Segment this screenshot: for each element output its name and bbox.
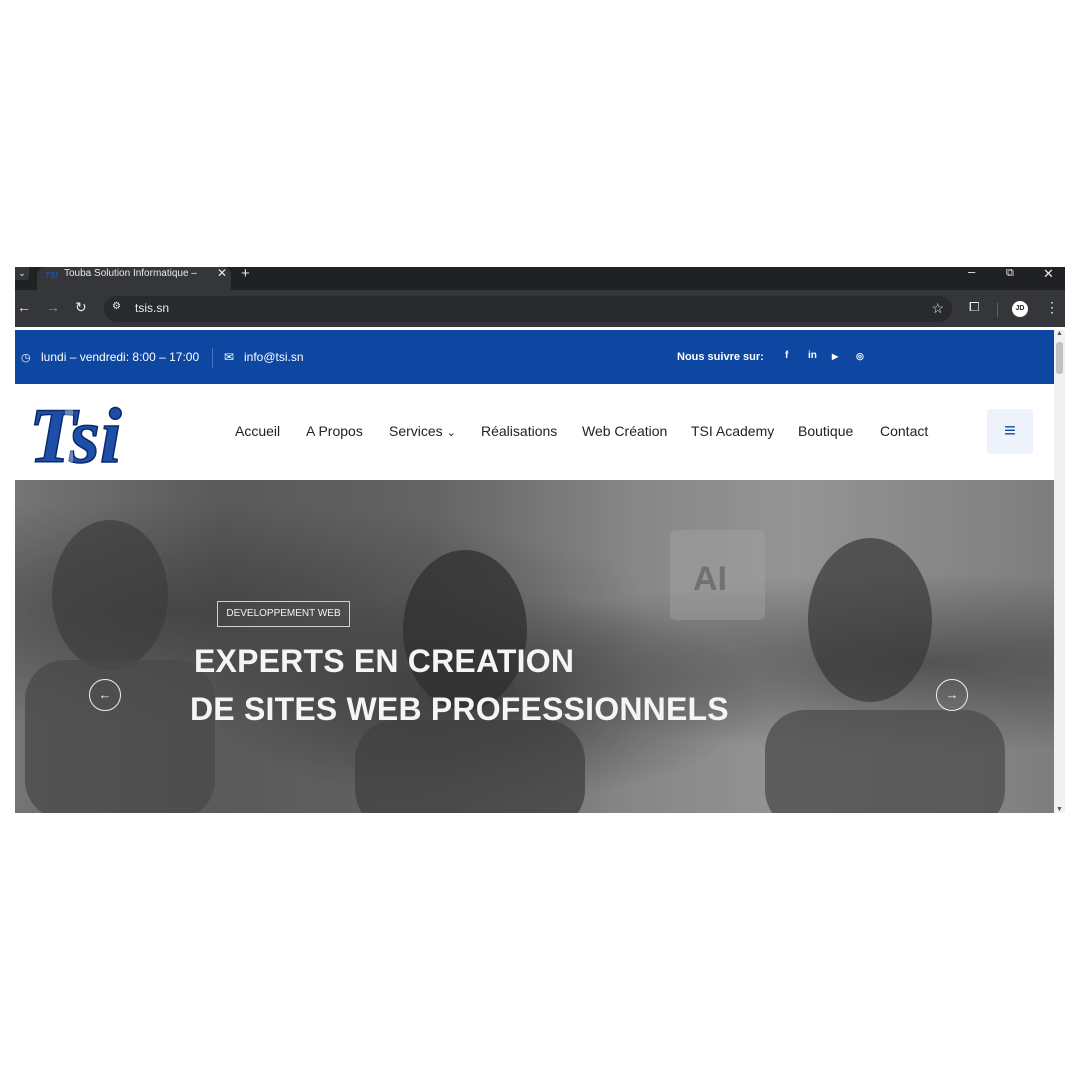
nav-contact[interactable]: Contact	[880, 423, 928, 439]
youtube-icon[interactable]: ▶	[832, 352, 838, 361]
browser-tab-active[interactable]: TSI Touba Solution Informatique – ✕	[37, 267, 231, 290]
logo-tower-accent	[65, 410, 73, 462]
new-tab-button[interactable]: +	[241, 267, 250, 282]
site-header: Tsi Accueil A Propos Services ⌄ Réalisat…	[15, 384, 1054, 480]
browser-menu-icon[interactable]: ⋮	[1045, 299, 1059, 316]
nav-realisations[interactable]: Réalisations	[481, 423, 557, 439]
tab-title: Touba Solution Informatique –	[64, 268, 197, 279]
clock-icon: ◷	[21, 352, 31, 364]
hamburger-menu-icon[interactable]: ≡	[987, 409, 1033, 454]
nav-web-creation[interactable]: Web Création	[582, 423, 667, 439]
opening-hours: lundi – vendredi: 8:00 – 17:00	[41, 350, 200, 364]
slider-prev-arrow-icon[interactable]: ←	[89, 679, 121, 711]
restore-icon[interactable]: ⧉	[1006, 267, 1014, 280]
nav-services[interactable]: Services ⌄	[389, 423, 456, 439]
contact-email-link[interactable]: info@tsi.sn	[244, 350, 304, 364]
chevron-down-icon: ⌄	[446, 427, 456, 439]
facebook-icon[interactable]: f	[785, 350, 788, 361]
profile-avatar-icon[interactable]: JD	[1012, 301, 1028, 317]
back-arrow-icon[interactable]: ←	[17, 299, 31, 315]
nav-accueil[interactable]: Accueil	[235, 423, 280, 439]
browser-toolbar: ← → ↻ ⚙ tsis.sn ☆ ⧠ JD ⋮	[15, 290, 1065, 327]
tab-search-dropdown-icon[interactable]: ⌄	[15, 267, 29, 280]
follow-us-label: Nous suivre sur:	[677, 351, 764, 363]
site-topbar: ◷ lundi – vendredi: 8:00 – 17:00 ✉ info@…	[15, 330, 1054, 384]
browser-window: ⌄ TSI Touba Solution Informatique – ✕ + …	[15, 267, 1065, 813]
nav-boutique[interactable]: Boutique	[798, 423, 853, 439]
bookmark-star-icon[interactable]: ☆	[931, 300, 944, 317]
extensions-icon[interactable]: ⧠	[969, 299, 979, 315]
tab-close-icon[interactable]: ✕	[217, 267, 227, 280]
hero-category-badge: DEVELOPPEMENT WEB	[217, 601, 350, 627]
browser-titlebar: ⌄ TSI Touba Solution Informatique – ✕ + …	[15, 267, 1065, 290]
mail-icon: ✉	[224, 350, 235, 364]
hero-slider: AI DEVELOPPEMENT WEB EXPERTS EN CREATION…	[15, 480, 1054, 813]
linkedin-icon[interactable]: in	[808, 350, 817, 361]
minimize-icon[interactable]: –	[968, 267, 975, 279]
scroll-down-icon[interactable]: ▼	[1056, 806, 1063, 813]
hero-headline-line-2: DE SITES WEB PROFESSIONNELS	[190, 691, 729, 727]
scroll-up-icon[interactable]: ▲	[1056, 330, 1063, 337]
url-text[interactable]: tsis.sn	[135, 301, 169, 315]
instagram-icon[interactable]: ◎	[856, 351, 864, 362]
toolbar-divider	[997, 303, 998, 317]
tsi-logo[interactable]: Tsi	[25, 390, 163, 474]
slider-next-arrow-icon[interactable]: →	[936, 679, 968, 711]
hero-headline-line-1: EXPERTS EN CREATION	[194, 643, 575, 679]
scrollbar-thumb[interactable]	[1056, 342, 1063, 374]
tsi-favicon-icon: TSI	[45, 271, 58, 280]
logo-lettering: Tsi	[29, 392, 122, 474]
forward-arrow-icon[interactable]: →	[46, 299, 60, 315]
page-scrollbar[interactable]: ▲ ▼	[1054, 330, 1065, 813]
reload-icon[interactable]: ↻	[75, 299, 87, 316]
nav-a-propos[interactable]: A Propos	[306, 423, 363, 439]
topbar-divider	[212, 348, 213, 368]
nav-services-label: Services	[389, 423, 443, 439]
nav-tsi-academy[interactable]: TSI Academy	[691, 423, 774, 439]
site-settings-icon[interactable]: ⚙	[112, 301, 124, 313]
address-bar[interactable]: ⚙ tsis.sn ☆	[104, 296, 952, 322]
close-window-icon[interactable]: ✕	[1043, 267, 1054, 282]
